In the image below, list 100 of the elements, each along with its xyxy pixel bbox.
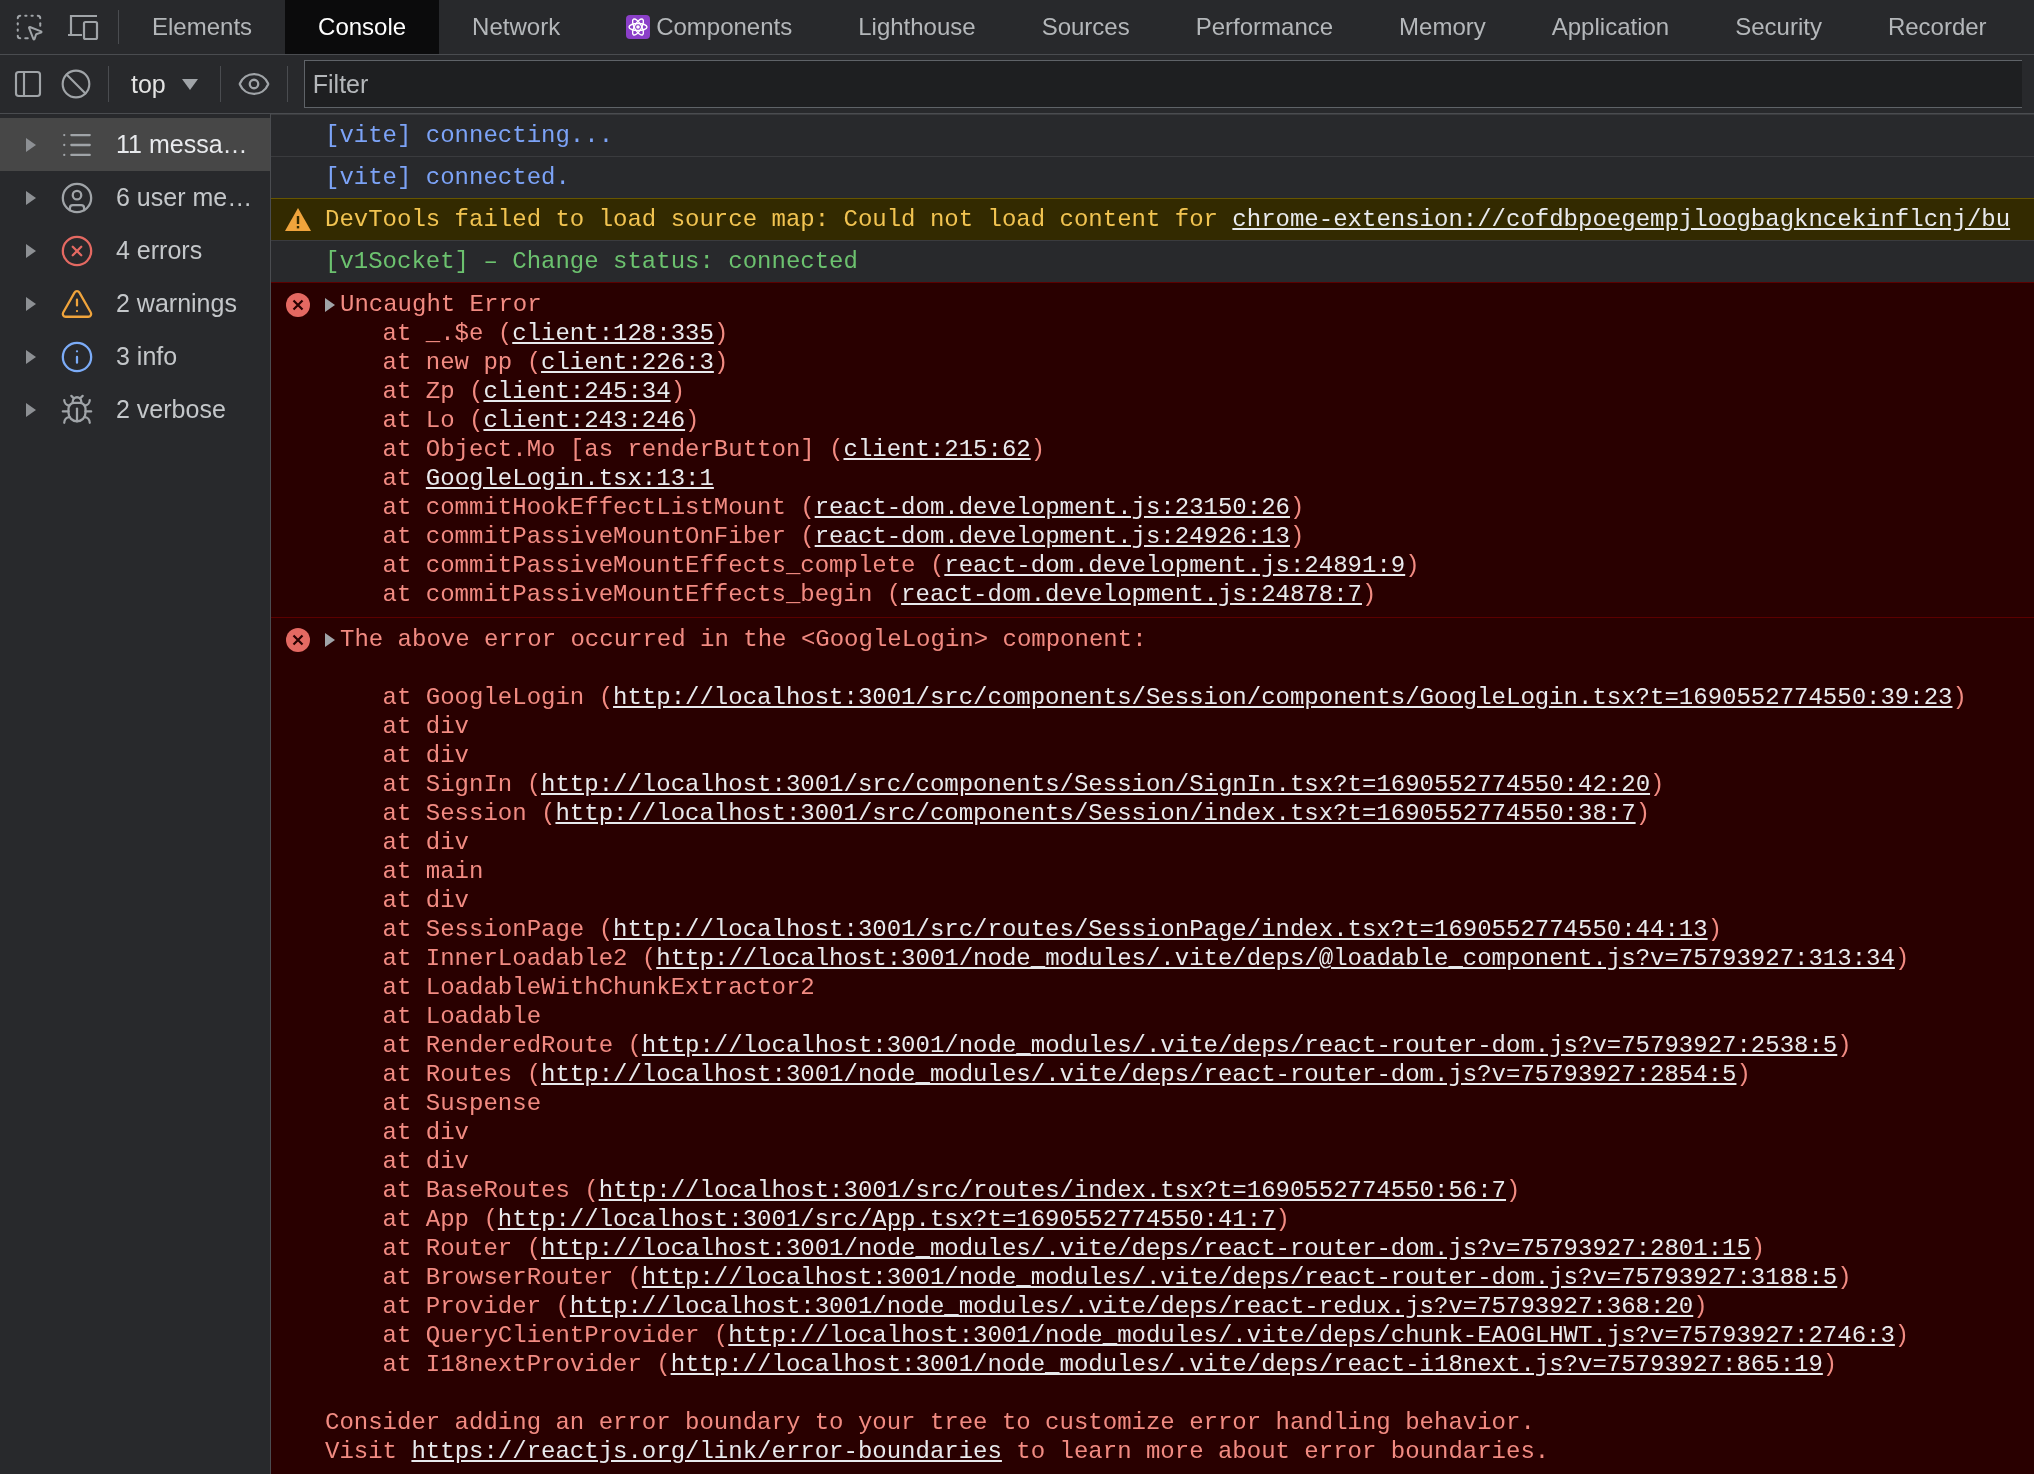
stack-frame: at BaseRoutes (http://localhost:3001/src/routes/index.tsx?t=1690552774550:56:7)	[325, 1176, 1967, 1205]
source-link[interactable]: react-dom.development.js:24878:7	[901, 581, 1362, 608]
context-dropdown[interactable]: top	[125, 69, 204, 99]
panel-tab[interactable]: Console	[285, 0, 440, 54]
stack-frame: at Session (http://localhost:3001/src/components/Session/index.tsx?t=1690552774550:38:7)	[325, 799, 1967, 828]
warning-message: DevTools failed to load source map: Could not load content for chrome-extension://cofdbpoegempjloogbagkncekinflcnj/bu	[325, 206, 2011, 233]
source-link[interactable]: client:226:3	[541, 349, 714, 376]
stack-frame: at GoogleLogin (http://localhost:3001/src/components/Session/components/GoogleLogin.tsx?t=1690552774550:39:23)	[325, 683, 1967, 712]
source-link[interactable]: client:215:62	[843, 436, 1031, 463]
filter-field[interactable]: Filter	[303, 60, 2022, 108]
source-link[interactable]: http://localhost:3001/src/components/Session/SignIn.tsx?t=1690552774550:42:20	[541, 771, 1651, 798]
panel-tab[interactable]: Lighthouse	[825, 0, 1009, 54]
panel-tab[interactable]: Application	[1518, 0, 1703, 54]
stack-frame: at Object.Mo [as renderButton] (client:215:62)	[325, 435, 1420, 464]
panel-tab[interactable]: Elements	[119, 0, 286, 54]
stack-frame: at Router (http://localhost:3001/node_modules/.vite/deps/react-router-dom.js?v=75793927:2801:15)	[325, 1234, 1967, 1263]
source-link[interactable]: http://localhost:3001/src/routes/index.tsx?t=1690552774550:56:7	[598, 1177, 1506, 1204]
stack-frame: at Zp (client:245:34)	[325, 377, 1420, 406]
expand-arrow-icon[interactable]	[24, 242, 38, 259]
log-message: [v1Socket] – Change status: connected	[325, 248, 858, 275]
info-icon	[60, 339, 94, 374]
warning-icon	[285, 208, 311, 231]
source-link[interactable]: client:128:335	[512, 320, 714, 347]
error-icon	[286, 627, 310, 652]
expand-arrow-icon[interactable]	[323, 631, 337, 648]
error-icon	[60, 233, 94, 268]
stack-frame: at commitHookEffectListMount (react-dom.development.js:23150:26)	[325, 493, 1420, 522]
stack-frame: at RenderedRoute (http://localhost:3001/node_modules/.vite/deps/react-router-dom.js?v=75793927:2538:5)	[325, 1031, 1967, 1060]
source-link[interactable]: https://reactjs.org/link/error-boundaries	[411, 1438, 1002, 1465]
inspect-icon[interactable]	[14, 12, 44, 42]
message-group-item[interactable]: 2 warnings	[0, 277, 270, 330]
panel-tab[interactable]: Components	[593, 0, 826, 54]
stack-frame: at div	[325, 1147, 1967, 1176]
message-group-item[interactable]: 4 errors	[0, 224, 270, 277]
expand-arrow-icon[interactable]	[323, 296, 337, 313]
panel-tab[interactable]: Sources	[1008, 0, 1163, 54]
source-link[interactable]: http://localhost:3001/node_modules/.vite/deps/react-router-dom.js?v=75793927:2854:5	[541, 1061, 1737, 1088]
clear-console-icon[interactable]	[60, 68, 92, 100]
source-link[interactable]: http://localhost:3001/src/components/Session/components/GoogleLogin.tsx?t=1690552774550:39:23	[613, 684, 1953, 711]
expand-arrow-icon[interactable]	[24, 295, 38, 312]
message-group-item[interactable]: 3 info	[0, 330, 270, 383]
expand-arrow-icon[interactable]	[24, 189, 38, 206]
stack-frame: at SessionPage (http://localhost:3001/src/routes/SessionPage/index.tsx?t=1690552774550:44:13)	[325, 915, 1967, 944]
source-link[interactable]: http://localhost:3001/node_modules/.vite/deps/react-router-dom.js?v=75793927:2801:15	[541, 1235, 1751, 1262]
stack-frame: at I18nextProvider (http://localhost:3001/node_modules/.vite/deps/react-i18next.js?v=75793927:865:19)	[325, 1350, 1967, 1379]
source-link[interactable]: http://localhost:3001/src/App.tsx?t=1690552774550:41:7	[497, 1206, 1276, 1233]
bug-icon	[60, 392, 94, 427]
source-link[interactable]: http://localhost:3001/node_modules/.vite/deps/react-i18next.js?v=75793927:865:19	[670, 1351, 1823, 1378]
message-text: Visit https://reactjs.org/link/error-boundaries to learn more about error boundaries.	[325, 1437, 1551, 1466]
source-link[interactable]: http://localhost:3001/src/routes/SessionPage/index.tsx?t=1690552774550:44:13	[613, 916, 1708, 943]
source-link[interactable]: http://localhost:3001/node_modules/.vite/deps/react-router-dom.js?v=75793927:2538:5	[641, 1032, 1838, 1059]
stack-frame: at div	[325, 1118, 1967, 1147]
source-link[interactable]: http://localhost:3001/node_modules/.vite/deps/@loadable_component.js?v=75793927:313:34	[656, 945, 1895, 972]
stack-frame: at commitPassiveMountOnFiber (react-dom.development.js:24926:13)	[325, 522, 1420, 551]
user-icon	[60, 180, 94, 215]
expand-arrow-icon[interactable]	[24, 401, 38, 418]
source-link[interactable]: react-dom.development.js:23150:26	[814, 494, 1290, 521]
stack-frame: at BrowserRouter (http://localhost:3001/node_modules/.vite/deps/react-router-dom.js?v=75793927:3188:5)	[325, 1263, 1967, 1292]
error-title: The above error occurred in the <GoogleLogin> component:	[340, 625, 1147, 654]
log-message: [vite] connected.	[325, 164, 570, 191]
stack-frame: at main	[325, 857, 1967, 886]
stack-frame: at QueryClientProvider (http://localhost:3001/node_modules/.vite/deps/chunk-EAOGLHWT.js?v=75793927:2746:3)	[325, 1321, 1967, 1350]
stack-frame: at Provider (http://localhost:3001/node_modules/.vite/deps/react-redux.js?v=75793927:368:20)	[325, 1292, 1967, 1321]
stack-frame: at LoadableWithChunkExtractor2	[325, 973, 1967, 1002]
stack-frame: at commitPassiveMountEffects_complete (react-dom.development.js:24891:9)	[325, 551, 1420, 580]
source-link[interactable]: http://localhost:3001/node_modules/.vite/deps/react-router-dom.js?v=75793927:3188:5	[641, 1264, 1838, 1291]
dropdown-caret-icon	[181, 78, 198, 90]
message-text: Consider adding an error boundary to your tree to customize error handling behavior.	[325, 1408, 1536, 1437]
panel-tab[interactable]: Network	[439, 0, 594, 54]
message-group-item[interactable]: 11 messa…	[0, 118, 270, 171]
message-group-item[interactable]: 6 user me…	[0, 171, 270, 224]
panel-tab[interactable]: Memory	[1366, 0, 1519, 54]
atom-icon	[626, 15, 651, 39]
log-message: [vite] connecting...	[325, 122, 614, 149]
source-link[interactable]: react-dom.development.js:24926:13	[814, 523, 1290, 550]
stack-frame: at GoogleLogin.tsx:13:1	[325, 464, 1420, 493]
source-link[interactable]: http://localhost:3001/node_modules/.vite/deps/react-redux.js?v=75793927:368:20	[569, 1293, 1694, 1320]
sidebar-toggle-icon[interactable]	[12, 68, 44, 100]
panel-tab[interactable]: Performance	[1162, 0, 1367, 54]
stack-frame: at App (http://localhost:3001/src/App.tsx?t=1690552774550:41:7)	[325, 1205, 1967, 1234]
stack-frame: at Suspense	[325, 1089, 1967, 1118]
stack-frame: at div	[325, 828, 1967, 857]
stack-frame: at Routes (http://localhost:3001/node_modules/.vite/deps/react-router-dom.js?v=75793927:2854:5)	[325, 1060, 1967, 1089]
source-link[interactable]: GoogleLogin.tsx:13:1	[425, 465, 714, 492]
source-link[interactable]: client:243:246	[483, 407, 686, 434]
source-link[interactable]: http://localhost:3001/node_modules/.vite/deps/chunk-EAOGLHWT.js?v=75793927:2746:3	[728, 1322, 1895, 1349]
device-icon[interactable]	[66, 13, 100, 41]
stack-frame: at InnerLoadable2 (http://localhost:3001/node_modules/.vite/deps/@loadable_component.js?v=75793927:313:34)	[325, 944, 1967, 973]
stack-frame: at Lo (client:243:246)	[325, 406, 1420, 435]
panel-tab[interactable]: Security	[1702, 0, 1855, 54]
panel-tab[interactable]: Recorder	[1854, 0, 2020, 54]
source-link[interactable]: http://localhost:3001/src/components/Session/index.tsx?t=1690552774550:38:7	[555, 800, 1636, 827]
message-group-item[interactable]: 2 verbose	[0, 383, 270, 436]
source-link[interactable]: client:245:34	[483, 378, 671, 405]
stack-frame: at div	[325, 741, 1967, 770]
expand-arrow-icon[interactable]	[24, 348, 38, 365]
source-link[interactable]: chrome-extension://cofdbpoegempjloogbagkncekinflcnj/bu	[1232, 206, 2011, 233]
stack-frame: at SignIn (http://localhost:3001/src/components/Session/SignIn.tsx?t=1690552774550:42:20)	[325, 770, 1967, 799]
source-link[interactable]: react-dom.development.js:24891:9	[944, 552, 1406, 579]
error-icon	[286, 292, 310, 317]
